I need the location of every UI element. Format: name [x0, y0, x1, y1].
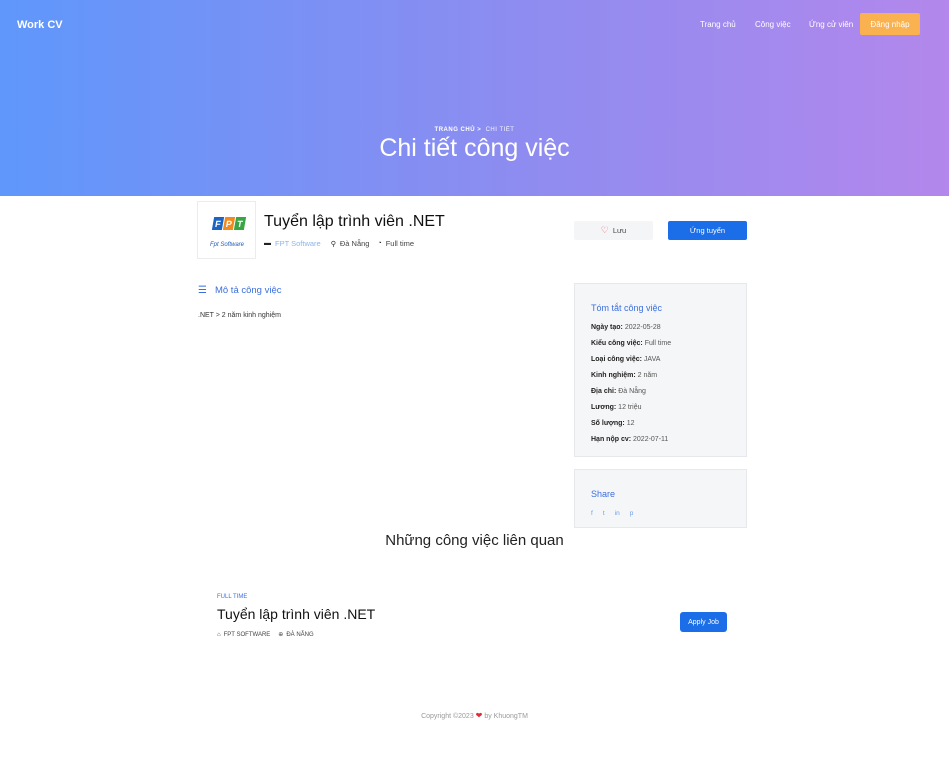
summary-heading: Tóm tắt công việc [591, 303, 663, 313]
footer-copyright: Copyright ©2023 [421, 713, 474, 720]
related-job-tag: FULL TIME [217, 594, 248, 600]
clock-icon: ◔ [377, 240, 382, 247]
summary-label: Kinh nghiệm: [591, 372, 636, 379]
summary-row-salary: Lương: 12 triệu [591, 404, 642, 411]
related-job-company: FPT SOFTWARE [223, 631, 271, 638]
share-icons: f t in p [591, 510, 643, 517]
summary-value: Đà Nẵng [618, 388, 646, 395]
briefcase-icon: ▬ [264, 240, 271, 247]
summary-label: Số lượng: [591, 420, 625, 427]
footer: Copyright ©2023 ❤ by KhuongTM [0, 711, 949, 720]
map-pin-icon: ⚲ [330, 240, 336, 248]
fpt-letter-t: T [233, 217, 247, 230]
heart-icon: ♡ [600, 225, 609, 235]
description-heading-label: Mô tả công việc [214, 285, 282, 296]
breadcrumb-home[interactable]: TRANG CHỦ [435, 127, 476, 133]
brand-logo[interactable]: Work CV [17, 19, 63, 31]
summary-value: 2022-05-28 [624, 324, 661, 331]
share-heading: Share [591, 489, 616, 499]
login-button[interactable]: Đăng nhập [860, 13, 920, 35]
related-job-location: ĐÀ NẴNG [286, 631, 314, 638]
related-jobs-heading: Những công việc liên quan [385, 532, 564, 549]
heart-icon: ❤ [475, 711, 483, 720]
nav-jobs[interactable]: Công việc [755, 20, 791, 29]
summary-row-deadline: Hạn nộp cv: 2022-07-11 [591, 436, 668, 443]
summary-value: 2022-07-11 [633, 436, 669, 443]
summary-row-quantity: Số lượng: 12 [591, 420, 635, 427]
job-location: Đà Nẵng [339, 239, 370, 248]
summary-label: Lương: [591, 404, 617, 411]
breadcrumb: TRANG CHỦ > CHI TIẾT [0, 127, 949, 133]
nav-home[interactable]: Trang chủ [700, 20, 736, 29]
summary-row-experience: Kinh nghiệm: 2 năm [591, 372, 657, 379]
description-heading: ☰ Mô tả công việc [198, 285, 282, 296]
apply-job-button[interactable]: Apply Job [680, 612, 727, 632]
summary-value: 12 [626, 420, 635, 427]
hero-banner: Work CV Trang chủ Công việc Ứng cử viên … [0, 0, 949, 196]
footer-author: by KhuongTM [484, 713, 528, 720]
related-job-title[interactable]: Tuyển lập trình viên .NET [217, 606, 375, 622]
job-title: Tuyển lập trình viên .NET [264, 213, 445, 230]
summary-label: Địa chỉ: [591, 388, 617, 395]
align-left-icon: ☰ [198, 285, 207, 296]
save-button[interactable]: ♡ Lưu [574, 221, 653, 240]
summary-label: Loại công việc: [591, 356, 642, 363]
summary-value: Full time [644, 340, 672, 347]
location-icon: ⊕ [278, 632, 284, 638]
summary-value: 2 năm [637, 372, 658, 379]
company-logo: F P T Fpt Software [197, 201, 256, 259]
summary-label: Ngày tạo: [591, 324, 623, 331]
breadcrumb-current: CHI TIẾT [485, 127, 515, 133]
share-card: Share f t in p [574, 469, 747, 528]
twitter-icon[interactable]: t [603, 510, 605, 517]
nav-candidates[interactable]: Ứng cử viên [809, 20, 853, 29]
summary-value: 12 triệu [618, 404, 642, 411]
save-label: Lưu [612, 226, 627, 235]
related-job-meta: ⌂ FPT SOFTWARE ⊕ ĐÀ NẴNG [217, 631, 314, 639]
job-meta: ▬ FPT Software ⚲ Đà Nẵng ◔ Full time [264, 239, 414, 248]
job-company-link[interactable]: FPT Software [275, 239, 321, 248]
facebook-icon[interactable]: f [591, 510, 593, 517]
page-title: Chi tiết công việc [379, 134, 570, 162]
summary-row-category: Loại công việc: JAVA [591, 356, 660, 363]
logo-caption: Fpt Software [210, 242, 245, 248]
apply-button[interactable]: Ứng tuyển [668, 221, 747, 240]
breadcrumb-separator: > [477, 127, 482, 133]
summary-label: Kiểu công việc: [591, 340, 643, 347]
building-icon: ⌂ [217, 631, 221, 638]
summary-value: JAVA [643, 356, 661, 363]
linkedin-icon[interactable]: in [615, 510, 620, 517]
pinterest-icon[interactable]: p [630, 510, 634, 517]
description-text: .NET > 2 năm kinh nghiệm [198, 312, 281, 319]
summary-row-created: Ngày tạo: 2022-05-28 [591, 324, 661, 331]
summary-row-address: Địa chỉ: Đà Nẵng [591, 388, 646, 395]
job-summary-card: Tóm tắt công việc Ngày tạo: 2022-05-28 K… [574, 283, 747, 457]
summary-row-work-type: Kiểu công việc: Full time [591, 340, 671, 347]
summary-label: Hạn nộp cv: [591, 436, 632, 443]
job-type: Full time [385, 239, 415, 248]
